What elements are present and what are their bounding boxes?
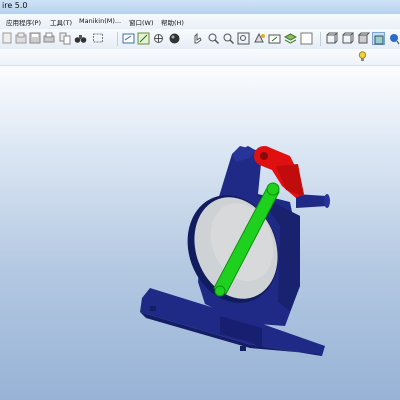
window-title: ire 5.0 xyxy=(2,1,28,10)
model-tree-icon[interactable] xyxy=(388,32,400,45)
select-box-icon[interactable] xyxy=(92,32,105,45)
reorient-icon[interactable] xyxy=(253,32,266,45)
new-icon[interactable] xyxy=(1,32,14,45)
menu-tools[interactable]: 工具(T) xyxy=(50,17,72,27)
mechanism-model[interactable] xyxy=(0,66,400,400)
no-hidden-icon[interactable] xyxy=(341,32,354,45)
menu-applications[interactable]: 应用程序(P) xyxy=(6,17,41,27)
title-bar: ire 5.0 xyxy=(0,0,400,15)
menu-bar: 应用程序(P) 工具(T) Manikin(M)... 窗口(W) 帮助(H) xyxy=(0,14,400,30)
enhanced-realism-icon[interactable] xyxy=(372,32,385,45)
shaded-icon[interactable] xyxy=(357,32,370,45)
refit-icon[interactable] xyxy=(237,32,250,45)
main-toolbar xyxy=(0,29,400,50)
hidden-line-icon[interactable] xyxy=(325,32,338,45)
datum-display-icon[interactable] xyxy=(152,32,165,45)
shaft[interactable] xyxy=(296,194,328,208)
repaint-icon[interactable] xyxy=(122,32,135,45)
toolbar-separator xyxy=(117,32,118,46)
wireframe-icon[interactable] xyxy=(300,32,313,45)
toolbar-separator xyxy=(320,32,321,46)
binoculars-icon[interactable] xyxy=(74,32,87,45)
lightbulb-icon[interactable] xyxy=(356,50,369,63)
graphics-viewport[interactable] xyxy=(0,66,400,400)
save-icon[interactable] xyxy=(29,32,42,45)
print-icon[interactable] xyxy=(43,32,56,45)
zoom-out-icon[interactable] xyxy=(222,32,235,45)
menu-help[interactable]: 帮助(H) xyxy=(161,17,184,27)
copy-icon[interactable] xyxy=(59,32,72,45)
menu-window[interactable]: 窗口(W) xyxy=(129,17,154,27)
saved-views-icon[interactable] xyxy=(268,32,281,45)
menu-manikin[interactable]: Manikin(M)... xyxy=(79,17,121,25)
spin-center-icon[interactable] xyxy=(137,32,150,45)
shading-icon[interactable] xyxy=(168,32,181,45)
zoom-in-icon[interactable] xyxy=(207,32,220,45)
layers-icon[interactable] xyxy=(284,32,297,45)
secondary-toolbar xyxy=(0,49,400,66)
open-icon[interactable] xyxy=(15,32,28,45)
orient-icon[interactable] xyxy=(191,32,204,45)
